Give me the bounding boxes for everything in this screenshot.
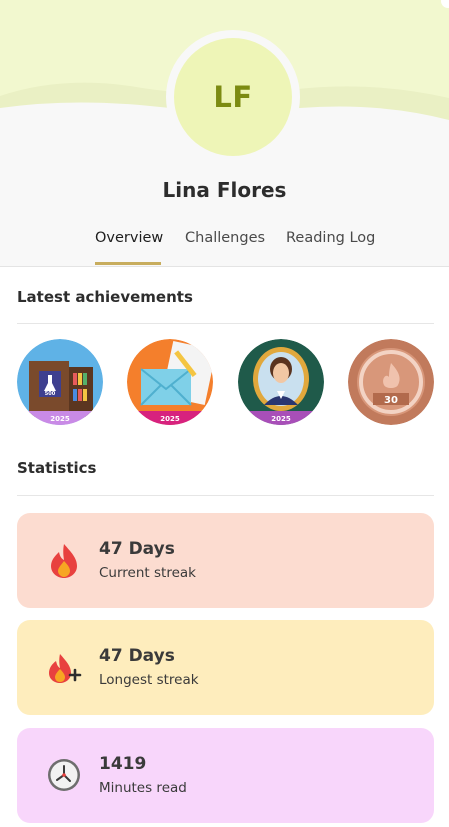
badge-year: 2025 [271,415,291,423]
avatar-initials: LF [213,80,253,114]
current-streak-value: 47 Days [99,539,175,559]
badge-year: 2025 [160,415,180,423]
statistics-title: Statistics [17,459,97,477]
letter-envelope-badge-icon[interactable]: 2025 [127,339,213,425]
clock-icon [48,759,80,791]
tab-challenges[interactable]: Challenges [185,230,265,246]
library-500-badge-icon[interactable]: 500 2025 [17,339,103,425]
tab-overview[interactable]: Overview [95,230,163,246]
stat-card-current-streak: 47 Days Current streak [17,513,434,608]
stat-card-longest-streak: 47 Days Longest streak [17,620,434,715]
user-name: Lina Flores [162,178,287,202]
flame-plus-icon [49,654,82,683]
stat-card-minutes-read: 1419 Minutes read [17,728,434,823]
portrait-author-badge-icon[interactable]: 2025 [238,339,324,425]
tab-reading-log[interactable]: Reading Log [286,230,375,246]
flame-icon [51,544,77,578]
profile-header: LF Lina Flores [0,0,449,267]
avatar[interactable]: LF [174,38,292,156]
minutes-read-value: 1419 [99,754,147,774]
longest-streak-label: Longest streak [99,672,199,688]
minutes-read-label: Minutes read [99,780,187,796]
current-streak-label: Current streak [99,565,196,581]
statistics-divider [17,495,434,496]
badge-year: 2025 [50,415,70,423]
badge-500-text: 500 [45,391,56,397]
achievements-divider [17,323,434,324]
profile-tabs: Overview Challenges Reading Log [0,230,449,267]
achievements-title: Latest achievements [17,288,193,306]
active-tab-indicator [95,262,161,265]
longest-streak-value: 47 Days [99,646,175,666]
badge-number: 30 [384,395,398,406]
flame-30-badge-icon[interactable]: 30 [348,339,434,425]
